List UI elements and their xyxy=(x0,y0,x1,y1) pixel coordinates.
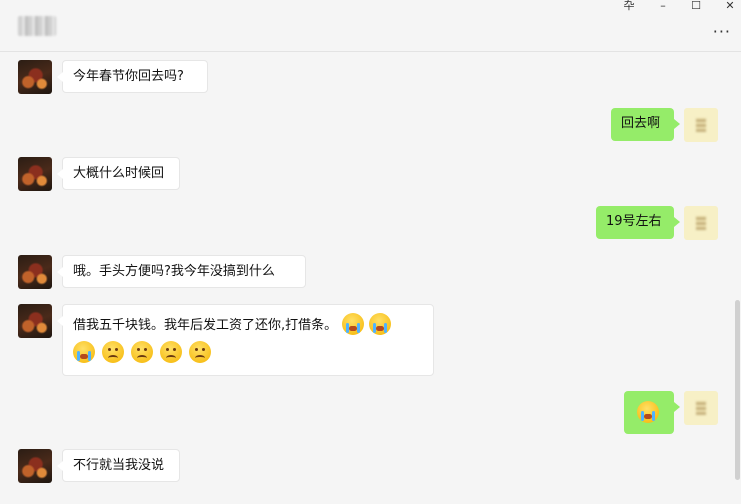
message-text: 回去啊 xyxy=(621,116,661,131)
more-options-icon[interactable]: ··· xyxy=(713,22,731,41)
avatar[interactable] xyxy=(684,206,718,240)
message-text: 19号左右 xyxy=(606,214,662,229)
crying-face-icon xyxy=(342,313,365,335)
avatar[interactable] xyxy=(684,108,718,142)
message-bubble-sent[interactable]: 回去啊 xyxy=(611,108,680,141)
title-bar: 卆 – ☐ ✕ ··· xyxy=(0,0,741,52)
message-text: 不行就当我没说 xyxy=(73,458,165,473)
crying-face-icon xyxy=(369,313,392,335)
maximize-icon[interactable]: ☐ xyxy=(685,0,707,12)
sad-face-icon xyxy=(189,341,211,363)
chat-title xyxy=(18,16,56,36)
sad-face-icon xyxy=(102,341,124,363)
message-bubble-received[interactable]: 今年春节你回去吗? xyxy=(57,60,208,93)
crying-face-icon xyxy=(637,401,659,423)
avatar[interactable] xyxy=(18,449,52,483)
avatar[interactable] xyxy=(18,60,52,94)
message-text: 哦。手头方便吗?我今年没搞到什么 xyxy=(73,264,275,279)
sad-face-icon xyxy=(131,341,153,363)
avatar[interactable] xyxy=(18,157,52,191)
scrollbar[interactable] xyxy=(735,300,740,480)
avatar[interactable] xyxy=(18,304,52,338)
pin-icon[interactable]: 卆 xyxy=(618,0,640,12)
minimize-icon[interactable]: – xyxy=(652,0,674,12)
sad-face-icon xyxy=(160,341,182,363)
message-bubble-sent[interactable] xyxy=(624,391,680,434)
message-list: 今年春节你回去吗? 回去啊 大概什么时候回 19号左右 哦。手头方便吗?我今年没… xyxy=(0,52,741,504)
crying-face-icon xyxy=(73,341,95,363)
message-bubble-received[interactable]: 哦。手头方便吗?我今年没搞到什么 xyxy=(57,255,306,288)
message-text: 大概什么时候回 xyxy=(73,166,165,181)
message-text: 今年春节你回去吗? xyxy=(73,69,184,84)
close-icon[interactable]: ✕ xyxy=(719,0,741,12)
message-bubble-received[interactable]: 大概什么时候回 xyxy=(57,157,180,190)
message-text: 借我五千块钱。我年后发工资了还你,打借条。 xyxy=(73,318,338,333)
message-bubble-received[interactable]: 不行就当我没说 xyxy=(57,449,180,482)
message-bubble-received[interactable]: 借我五千块钱。我年后发工资了还你,打借条。 xyxy=(57,304,434,376)
avatar[interactable] xyxy=(18,255,52,289)
message-bubble-sent[interactable]: 19号左右 xyxy=(596,206,680,239)
avatar[interactable] xyxy=(684,391,718,425)
